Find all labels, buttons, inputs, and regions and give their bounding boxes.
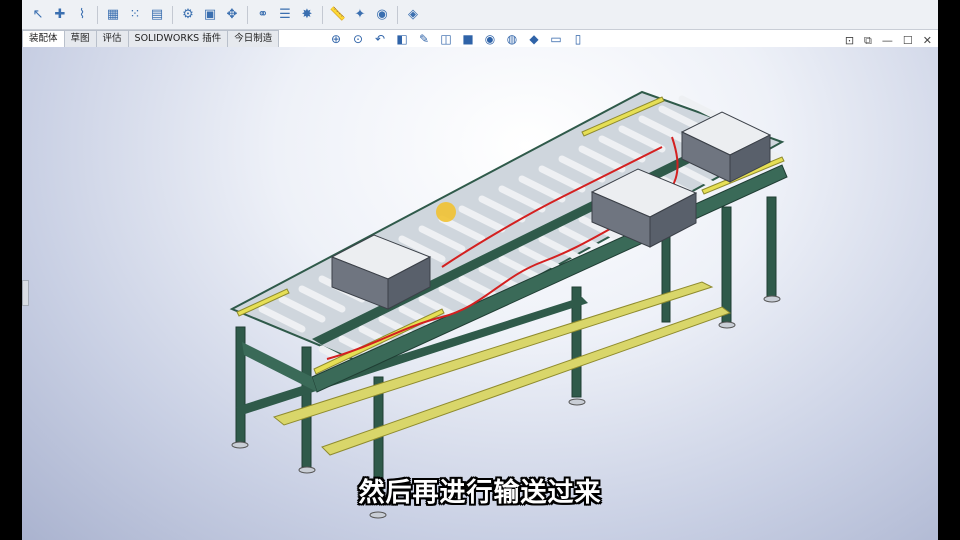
minimize-button[interactable]: — [882,34,893,48]
solidworks-window: ↖ ✚ ⌇ ▦ ⁙ ▤ ⚙ ▣ ✥ ⚭ ☰ ✸ 📏 ✦ ◉ ◈ 装配体 草图 评估 SOLIDWORKS 插件 今日制… [22,0,938,540]
bom-icon[interactable]: ☰ [275,5,295,25]
table-icon[interactable]: ▦ [103,5,123,25]
split-view-icon[interactable]: ▯ [569,31,587,47]
close-button[interactable]: ✕ [923,34,932,48]
video-subtitle: 然后再进行输送过来 [358,478,602,508]
view-settings-icon[interactable]: ▭ [547,31,565,47]
heads-up-view-toolbar: ⊕ ⊙ ↶ ◧ ✎ ◫ ■ ◉ ◍ ◆ ▭ ▯ [327,31,587,47]
dynamic-annotation-icon[interactable]: ✎ [415,31,433,47]
command-manager-tabs: 装配体 草图 评估 SOLIDWORKS 插件 今日制造 [22,30,280,47]
explode-icon[interactable]: ✸ [297,5,317,25]
toolbar-separator [247,5,248,24]
ruler-icon[interactable]: 📏 [328,5,348,25]
section-view-icon[interactable]: ◧ [393,31,411,47]
view-orientation-icon[interactable]: ◫ [437,31,455,47]
mate-icon[interactable]: ⚭ [253,5,273,25]
maximize-button[interactable]: ☐ [903,34,913,48]
edit-appearance-icon[interactable]: ◍ [503,31,521,47]
toolbar-separator [172,5,173,24]
zoom-area-icon[interactable]: ⊙ [349,31,367,47]
select-icon[interactable]: ↖ [28,5,48,25]
tab-2[interactable]: 评估 [95,30,129,47]
zoom-fit-icon[interactable]: ⊕ [327,31,345,47]
previous-view-icon[interactable]: ↶ [371,31,389,47]
insert-component-icon[interactable]: ▣ [200,5,220,25]
toolbar-separator [97,5,98,24]
paperclip-icon[interactable]: ⌇ [72,5,92,25]
move-component-icon[interactable]: ✥ [222,5,242,25]
window-controls: ⊡ ⧉ — ☐ ✕ [845,34,932,48]
display-style-icon[interactable]: ■ [459,31,477,47]
expand-icon[interactable]: ⊡ [845,34,854,48]
camera-icon[interactable]: ◉ [372,5,392,25]
tab-1[interactable]: 草图 [63,30,97,47]
toolbar-separator [322,5,323,24]
tab-3[interactable]: SOLIDWORKS 插件 [127,30,229,47]
hide-show-icon[interactable]: ◉ [481,31,499,47]
feature-manager-collapse-handle[interactable] [22,280,29,306]
conveyor-assembly-model[interactable] [22,47,938,540]
tab-4[interactable]: 今日制造 [227,30,280,47]
assembly-icon[interactable]: ⚙ [178,5,198,25]
new-component-icon[interactable]: ✚ [50,5,70,25]
grid-pattern-icon[interactable]: ⁙ [125,5,145,25]
tab-0[interactable]: 装配体 [22,30,65,47]
render-icon[interactable]: ◈ [403,5,423,25]
lightbulb-icon[interactable]: ✦ [350,5,370,25]
apply-scene-icon[interactable]: ◆ [525,31,543,47]
restore-icon[interactable]: ⧉ [864,34,872,48]
toolbar-separator [397,5,398,24]
graphics-area[interactable] [22,47,938,540]
folder-open-icon[interactable]: ▤ [147,5,167,25]
command-toolbar: ↖ ✚ ⌇ ▦ ⁙ ▤ ⚙ ▣ ✥ ⚭ ☰ ✸ 📏 ✦ ◉ ◈ [22,0,938,30]
